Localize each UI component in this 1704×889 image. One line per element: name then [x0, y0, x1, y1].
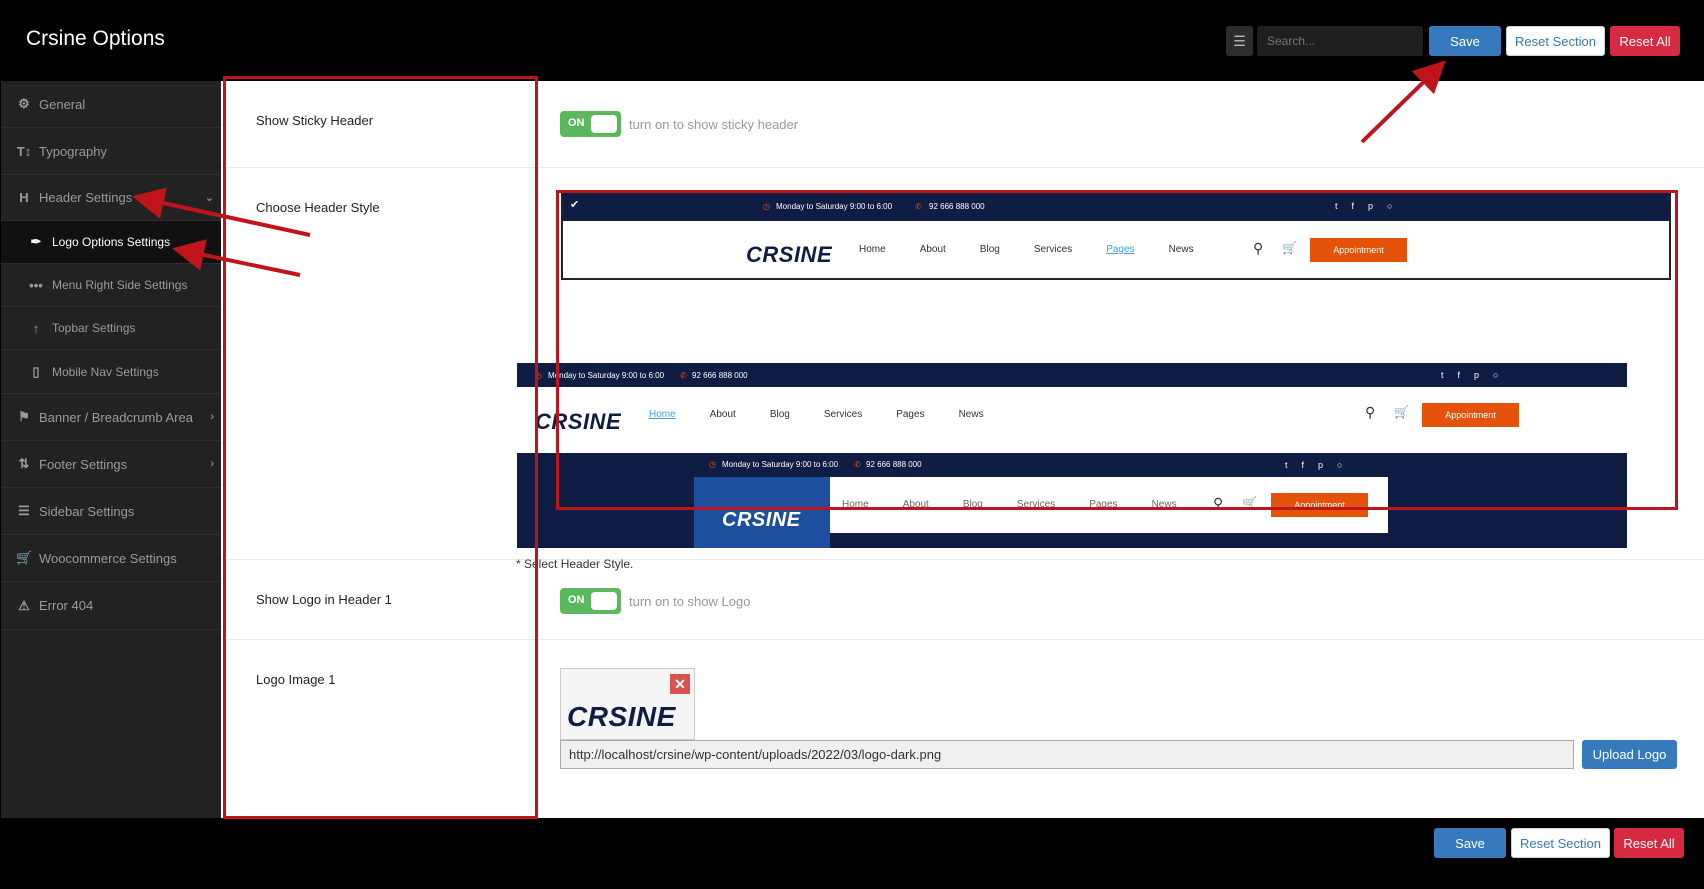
arrow-logo-options — [172, 239, 301, 277]
annotation-arrows — [132, 60, 1446, 277]
arrow-header-settings — [132, 187, 311, 237]
arrow-save — [1360, 60, 1446, 144]
